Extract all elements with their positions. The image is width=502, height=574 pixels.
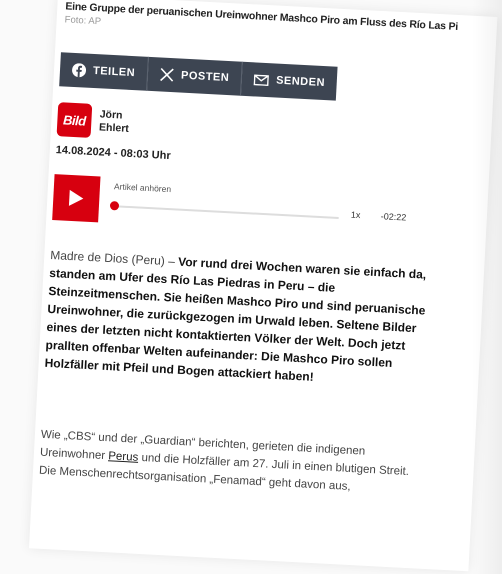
article-page: Eine Gruppe der peruanischen Ureinwohner… bbox=[28, 0, 498, 572]
audio-progress-track[interactable] bbox=[112, 205, 339, 219]
author-name[interactable]: Jörn Ehlert bbox=[99, 108, 130, 136]
audio-progress-handle[interactable] bbox=[109, 201, 120, 211]
share-x-label: POSTEN bbox=[180, 69, 230, 85]
link-peru[interactable]: Perus bbox=[108, 450, 139, 464]
x-logo-icon bbox=[160, 67, 174, 82]
publish-date: 14.08.2024 - 08:03 Uhr bbox=[55, 144, 171, 163]
dateline: Madre de Dios (Peru) – bbox=[49, 247, 176, 269]
image-credit: Foto: AP bbox=[64, 14, 102, 28]
article-lead: Madre de Dios (Peru) – Vor rund drei Woc… bbox=[44, 246, 435, 392]
playback-speed-button[interactable]: 1x bbox=[351, 210, 361, 220]
play-button[interactable] bbox=[52, 174, 101, 223]
browser-viewport: Eine Gruppe der peruanischen Ureinwohner… bbox=[0, 0, 502, 574]
author-last-name: Ehlert bbox=[98, 121, 130, 135]
mail-icon bbox=[253, 73, 270, 86]
page-edge-shadow bbox=[472, 0, 502, 574]
share-facebook-button[interactable]: TEILEN bbox=[59, 52, 149, 91]
audio-label: Artikel anhören bbox=[113, 181, 172, 195]
share-mail-button[interactable]: SENDEN bbox=[241, 61, 338, 101]
author-block: Bild Jörn Ehlert bbox=[56, 102, 130, 140]
share-x-button[interactable]: POSTEN bbox=[147, 56, 244, 96]
facebook-icon bbox=[72, 63, 87, 78]
audio-player: Artikel anhören 1x -02:22 bbox=[52, 172, 414, 243]
article-paragraph: Wie „CBS“ und der „Guardian“ berichten, … bbox=[39, 426, 421, 500]
share-mail-label: SENDEN bbox=[275, 74, 326, 90]
play-icon bbox=[68, 189, 84, 206]
share-facebook-label: TEILEN bbox=[92, 64, 136, 80]
audio-remaining-time: -02:22 bbox=[380, 211, 407, 223]
lead-text: Vor rund drei Wochen waren sie einfach d… bbox=[44, 254, 427, 384]
image-caption: Eine Gruppe der peruanischen Ureinwohner… bbox=[65, 0, 459, 33]
share-bar: TEILEN POSTEN SENDEN bbox=[59, 52, 338, 101]
bild-logo: Bild bbox=[56, 102, 93, 138]
